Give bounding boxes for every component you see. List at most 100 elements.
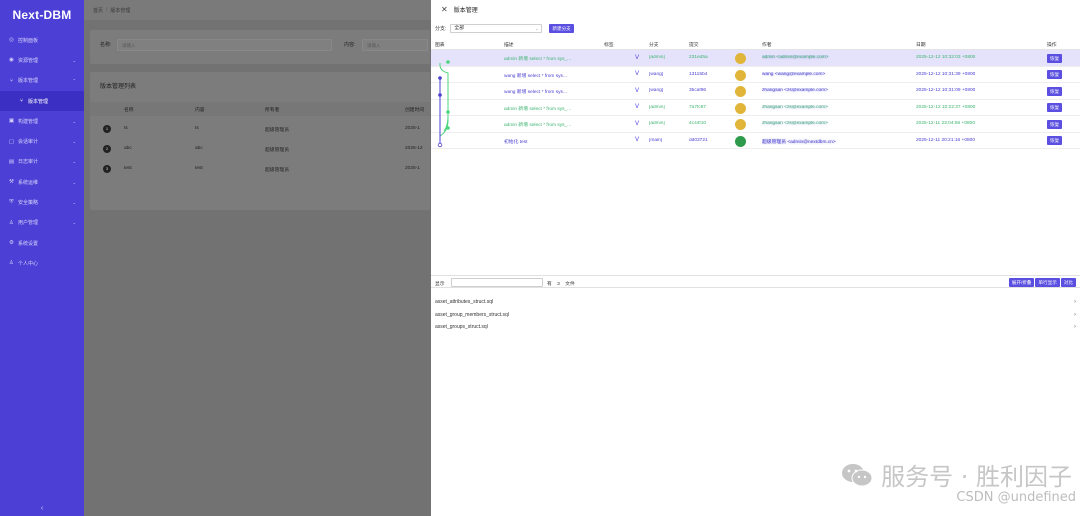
- commit-hash: 4c44f10: [689, 121, 707, 126]
- breadcrumb-separator: /: [106, 7, 108, 13]
- table-header: 名称 内容 所有者 创建时间: [90, 102, 430, 116]
- sidebar-item[interactable]: ♙ 用户管理 ⌄: [0, 213, 84, 233]
- collapse-sidebar-button[interactable]: ‹: [0, 500, 84, 516]
- file-count-value: 3: [557, 281, 560, 287]
- chevron-icon: ⌄: [72, 200, 76, 206]
- file-filter-select[interactable]: [451, 278, 543, 287]
- sidebar-item[interactable]: ▣ 构建管理 ⌄: [0, 111, 84, 131]
- table-row[interactable]: 2 abc abc 超级管理员 2025-12: [90, 140, 430, 160]
- sidebar-item[interactable]: ♙ 个人中心: [0, 253, 84, 273]
- commit-row[interactable]: wang 新增 select * from sys... Ⅴ [wang] 13115…: [431, 67, 1080, 83]
- branch-select[interactable]: 全部 ⌄: [450, 24, 543, 33]
- tag-icon: Ⅴ: [635, 54, 640, 61]
- tag-icon: Ⅴ: [635, 137, 640, 143]
- graph-node: [437, 142, 443, 148]
- expand-collapse-button[interactable]: 展开/折叠: [1008, 278, 1035, 287]
- file-name: asset_attributes_struct.sql: [435, 299, 494, 305]
- commit-row[interactable]: admin 新增 select * from sys_... Ⅴ [admin] 4c…: [431, 116, 1080, 133]
- commit-hash: 231ed5a: [689, 55, 708, 60]
- close-icon[interactable]: ✕: [441, 5, 448, 14]
- file-name: asset_group_members_struct.sql: [435, 311, 509, 318]
- file-item[interactable]: asset_groups_struct.sql ›: [435, 324, 1076, 336]
- new-branch-button[interactable]: 新建分支: [549, 24, 574, 33]
- sidebar-item-label: 安全策略: [18, 200, 39, 207]
- restore-button[interactable]: 恢复: [1047, 136, 1063, 145]
- avatar: [735, 53, 746, 64]
- sidebar-item[interactable]: ⑂ 版本管理 ⌃: [0, 71, 84, 91]
- file-item[interactable]: asset_group_members_struct.sql ›: [435, 312, 1076, 324]
- sidebar-item[interactable]: ◎ 控制面板: [0, 30, 84, 50]
- chevron-icon: ⌄: [72, 57, 76, 63]
- cell-time: 2025-1: [405, 126, 420, 131]
- row-index-badge: 2: [103, 145, 111, 153]
- sidebar-item[interactable]: ⚒ 系统运维 ⌄: [0, 172, 84, 192]
- cell-name: abc: [124, 146, 132, 151]
- sidebar-item[interactable]: ▤ 日志审计 ⌄: [0, 152, 84, 172]
- tag-icon: Ⅴ: [635, 104, 640, 110]
- sidebar-item-label: 版本管理: [28, 98, 49, 105]
- restore-button[interactable]: 恢复: [1047, 119, 1063, 129]
- tag-icon: Ⅴ: [635, 71, 640, 77]
- commit-branch: [admin]: [649, 121, 665, 126]
- commit-date: 2025-12-12 10:22:37 +0800: [916, 104, 976, 110]
- chevron-icon: ⌄: [72, 118, 76, 124]
- cell-name: ts: [124, 126, 128, 131]
- content-search-input[interactable]: 请输入: [362, 39, 428, 51]
- files-toolbar: 显示 有 3 文件 展开/折叠 单行显示 对比: [431, 275, 1080, 288]
- sidebar-menu: ◎ 控制面板 ◉ 资源管理 ⌄ ⑂ 版本管理 ⌃ ⑂ 版本管理 ▣ 构建管理 ⌄ ▢ 会话审计 ⌄ ▤ 日志审计 ⌄…: [0, 30, 84, 274]
- table-row[interactable]: 3 test test 超级管理员 2025-1: [90, 160, 430, 180]
- commit-row[interactable]: admin 新增 select * from sys_... Ⅴ [admin] 7a…: [431, 100, 1080, 116]
- commit-date: 2025-12-12 10:31:39 +0800: [916, 71, 976, 77]
- shield-icon: ⛨: [9, 199, 14, 206]
- file-count-prefix: 有: [547, 281, 552, 287]
- commit-author: admin <admin@example.com>: [762, 55, 829, 60]
- commit-row[interactable]: wang 新增 select * from sys... Ⅴ [wang] 3bcaf…: [431, 83, 1080, 100]
- chevron-icon: ⌃: [72, 78, 76, 84]
- commit-description: wang 新增 select * from sys...: [504, 90, 567, 95]
- sidebar-item[interactable]: ⑂ 版本管理: [0, 90, 84, 112]
- search-form: 名称: 请输入 内容: 请输入: [90, 30, 430, 64]
- sidebar-item[interactable]: ◉ 资源管理 ⌄: [0, 50, 84, 70]
- restore-button[interactable]: 恢复: [1047, 70, 1063, 79]
- show-label: 显示: [435, 281, 445, 287]
- commit-row[interactable]: admin 新增 select * from sys_... Ⅴ [admin] 23…: [431, 50, 1080, 67]
- cell-owner: 超级管理员: [265, 128, 289, 133]
- cell-content: ts: [195, 126, 199, 131]
- single-line-button[interactable]: 单行显示: [1035, 278, 1060, 287]
- commit-table: 图表 描述 标签 分支 提交 作者 日期 操作 admin 新增 select …: [431, 38, 1080, 149]
- commit-author: zhangsan <zs@example.com>: [762, 121, 828, 126]
- name-search-input[interactable]: 请输入: [117, 39, 332, 51]
- version-list-card: 版本管理列表 名称 内容 所有者 创建时间 1 ts ts 超级管理员 2025-1 2 a…: [90, 72, 430, 210]
- graph-node: [446, 126, 450, 130]
- commit-hash: 7a7fc87: [689, 104, 707, 110]
- sidebar-item[interactable]: ▢ 会话审计 ⌄: [0, 131, 84, 151]
- session-icon: ▢: [8, 138, 15, 145]
- cell-owner: 超级管理员: [265, 168, 289, 173]
- column-header: 图表: [435, 43, 445, 48]
- drawer-title: 版本管理: [453, 7, 478, 14]
- breadcrumb: 首页 / 版本管理: [84, 0, 431, 20]
- cell-content: test: [195, 166, 203, 171]
- commit-author: zhangsan <zs@example.com>: [762, 88, 828, 93]
- branch-icon: ⑂: [9, 77, 14, 84]
- compare-button[interactable]: 对比: [1060, 278, 1076, 287]
- restore-button[interactable]: 恢复: [1047, 103, 1063, 112]
- branch-label: 分支:: [435, 26, 447, 32]
- table-row[interactable]: 1 ts ts 超级管理员 2025-1: [90, 120, 430, 140]
- file-name: asset_groups_struct.sql: [435, 324, 488, 330]
- chevron-icon: ⌄: [72, 159, 76, 165]
- sidebar-item[interactable]: ⚙ 系统设置: [0, 233, 84, 253]
- restore-button[interactable]: 恢复: [1047, 86, 1063, 96]
- chevron-right-icon: ›: [1074, 311, 1076, 318]
- column-header: 创建时间: [405, 108, 425, 113]
- breadcrumb-home[interactable]: 首页: [93, 7, 103, 14]
- restore-button[interactable]: 恢复: [1047, 53, 1063, 63]
- graph-branch-line: [439, 63, 449, 146]
- sidebar-item[interactable]: ⛨ 安全策略 ⌄: [0, 192, 84, 212]
- ops-icon: ⚒: [9, 179, 14, 186]
- graph-node: [446, 110, 450, 114]
- tag-icon: Ⅴ: [635, 87, 640, 94]
- file-item[interactable]: asset_attributes_struct.sql ›: [435, 299, 1076, 311]
- column-header: 提交: [689, 43, 699, 48]
- commit-row[interactable]: 初始化 test Ⅴ [main] dd03721 超级管理员 <admin@nextd…: [431, 133, 1080, 149]
